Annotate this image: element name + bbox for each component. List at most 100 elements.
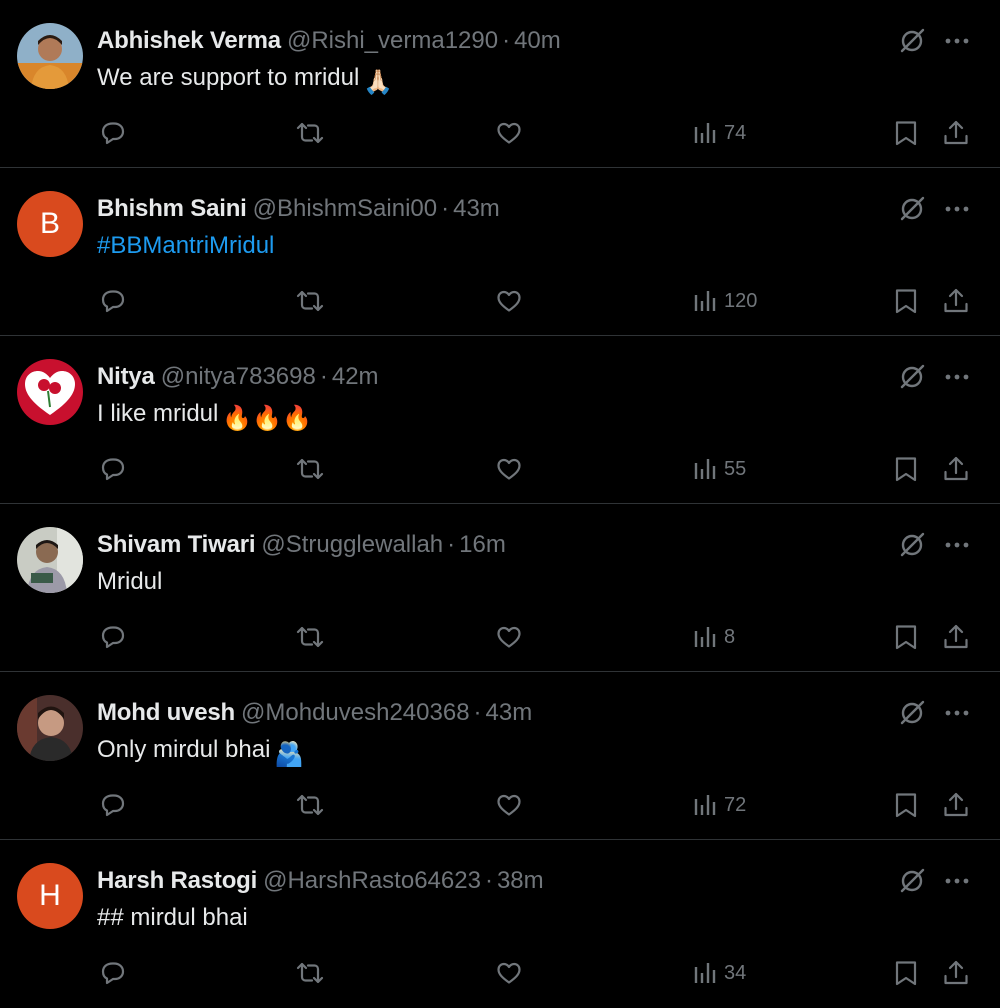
share-button[interactable]	[942, 116, 970, 150]
view-count: 55	[724, 457, 747, 480]
grok-icon[interactable]	[897, 866, 927, 896]
author-name[interactable]: Bhishm Saini	[97, 195, 247, 222]
bookmark-button[interactable]	[892, 620, 920, 654]
retweet-button[interactable]	[296, 788, 324, 822]
author-handle[interactable]: @BhishmSaini00	[253, 195, 437, 222]
timestamp[interactable]: 38m	[497, 867, 544, 894]
timestamp[interactable]: 16m	[459, 531, 506, 558]
avatar-photo	[17, 527, 83, 593]
like-button[interactable]	[495, 116, 523, 150]
tweet-text: We are support to mridul 🙏🏻	[97, 62, 393, 99]
views-button[interactable]: 34	[692, 956, 746, 990]
more-icon[interactable]	[942, 698, 972, 728]
views-button[interactable]: 72	[692, 788, 746, 822]
share-icon	[944, 456, 968, 481]
grok-icon[interactable]	[897, 698, 927, 728]
timestamp[interactable]: 43m	[453, 195, 500, 222]
like-button[interactable]	[495, 452, 523, 486]
reply-button[interactable]	[99, 284, 127, 318]
reply-button[interactable]	[99, 956, 127, 990]
timestamp[interactable]: 43m	[486, 699, 533, 726]
avatar[interactable]: H	[17, 863, 83, 929]
author-handle[interactable]: @Mohduvesh240368	[241, 699, 470, 726]
grok-icon[interactable]	[897, 362, 927, 392]
bookmark-button[interactable]	[892, 116, 920, 150]
share-button[interactable]	[942, 956, 970, 990]
retweet-button[interactable]	[296, 452, 324, 486]
tweet[interactable]: H Harsh Rastogi @HarshRasto64623 · 38m ## m…	[0, 840, 1000, 1008]
author-name[interactable]: Shivam Tiwari	[97, 531, 256, 558]
reply-icon	[101, 290, 125, 313]
bookmark-button[interactable]	[892, 452, 920, 486]
avatar[interactable]	[17, 527, 83, 593]
bookmark-button[interactable]	[892, 956, 920, 990]
author-name[interactable]: Harsh Rastogi	[97, 867, 257, 894]
more-icon[interactable]	[942, 362, 972, 392]
tweet-text: Only mirdul bhai 🫂	[97, 734, 304, 771]
views-button[interactable]: 120	[692, 284, 757, 318]
tweet-text: Mridul	[97, 566, 162, 598]
share-button[interactable]	[942, 788, 970, 822]
like-icon	[497, 962, 521, 984]
like-icon	[497, 122, 521, 144]
reply-button[interactable]	[99, 452, 127, 486]
avatar[interactable]: B	[17, 191, 83, 257]
more-icon[interactable]	[942, 194, 972, 224]
tweet[interactable]: Abhishek Verma @Rishi_verma1290 · 40m We ar…	[0, 0, 1000, 168]
grok-icon[interactable]	[897, 26, 927, 56]
author-handle[interactable]: @Rishi_verma1290	[287, 27, 498, 54]
timestamp[interactable]: 40m	[514, 27, 561, 54]
avatar[interactable]	[17, 23, 83, 89]
grok-icon[interactable]	[897, 194, 927, 224]
author-name[interactable]: Nitya	[97, 363, 155, 390]
reply-button[interactable]	[99, 116, 127, 150]
author-handle[interactable]: @Strugglewallah	[261, 531, 443, 558]
grok-icon[interactable]	[897, 530, 927, 560]
more-icon[interactable]	[942, 530, 972, 560]
tweet[interactable]: Nitya @nitya783698 · 42m I like mridul 🔥🔥🔥 5…	[0, 336, 1000, 504]
retweet-button[interactable]	[296, 284, 324, 318]
views-button[interactable]: 74	[692, 116, 746, 150]
timestamp[interactable]: 42m	[332, 363, 379, 390]
share-button[interactable]	[942, 620, 970, 654]
author-name[interactable]: Abhishek Verma	[97, 27, 281, 54]
view-count: 72	[724, 793, 747, 816]
author-handle[interactable]: @nitya783698	[161, 363, 316, 390]
retweet-button[interactable]	[296, 956, 324, 990]
like-button[interactable]	[495, 620, 523, 654]
tweet[interactable]: Shivam Tiwari @Strugglewallah · 16m Mridul …	[0, 504, 1000, 672]
retweet-button[interactable]	[296, 116, 324, 150]
reply-button[interactable]	[99, 620, 127, 654]
tweet-text-content: I like mridul	[97, 400, 219, 427]
reply-icon	[101, 458, 125, 481]
author-name[interactable]: Mohd uvesh	[97, 699, 235, 726]
more-icon[interactable]	[942, 26, 972, 56]
bookmark-button[interactable]	[892, 284, 920, 318]
action-bar: 120	[0, 284, 1000, 318]
bookmark-icon	[895, 625, 917, 650]
reply-icon	[101, 626, 125, 649]
tweet-header: Nitya @nitya783698 · 42m	[97, 362, 379, 392]
like-button[interactable]	[495, 788, 523, 822]
tweet[interactable]: Mohd uvesh @Mohduvesh240368 · 43m Only mird…	[0, 672, 1000, 840]
hashtag-link[interactable]: #BBMantriMridul	[97, 232, 274, 259]
author-handle[interactable]: @HarshRasto64623	[263, 867, 481, 894]
bookmark-icon	[895, 961, 917, 986]
views-button[interactable]: 55	[692, 452, 746, 486]
tweet[interactable]: B Bhishm Saini @BhishmSaini00 · 43m #BBMant…	[0, 168, 1000, 336]
retweet-icon	[296, 122, 324, 144]
like-button[interactable]	[495, 956, 523, 990]
share-button[interactable]	[942, 284, 970, 318]
bookmark-button[interactable]	[892, 788, 920, 822]
more-icon[interactable]	[942, 866, 972, 896]
views-button[interactable]: 8	[692, 620, 735, 654]
avatar[interactable]	[17, 695, 83, 761]
retweet-button[interactable]	[296, 620, 324, 654]
like-button[interactable]	[495, 284, 523, 318]
avatar[interactable]	[17, 359, 83, 425]
tweet-header: Abhishek Verma @Rishi_verma1290 · 40m	[97, 26, 561, 56]
action-bar: 34	[0, 956, 1000, 990]
share-button[interactable]	[942, 452, 970, 486]
reply-button[interactable]	[99, 788, 127, 822]
tweet-text-content: Only mirdul bhai	[97, 736, 271, 763]
